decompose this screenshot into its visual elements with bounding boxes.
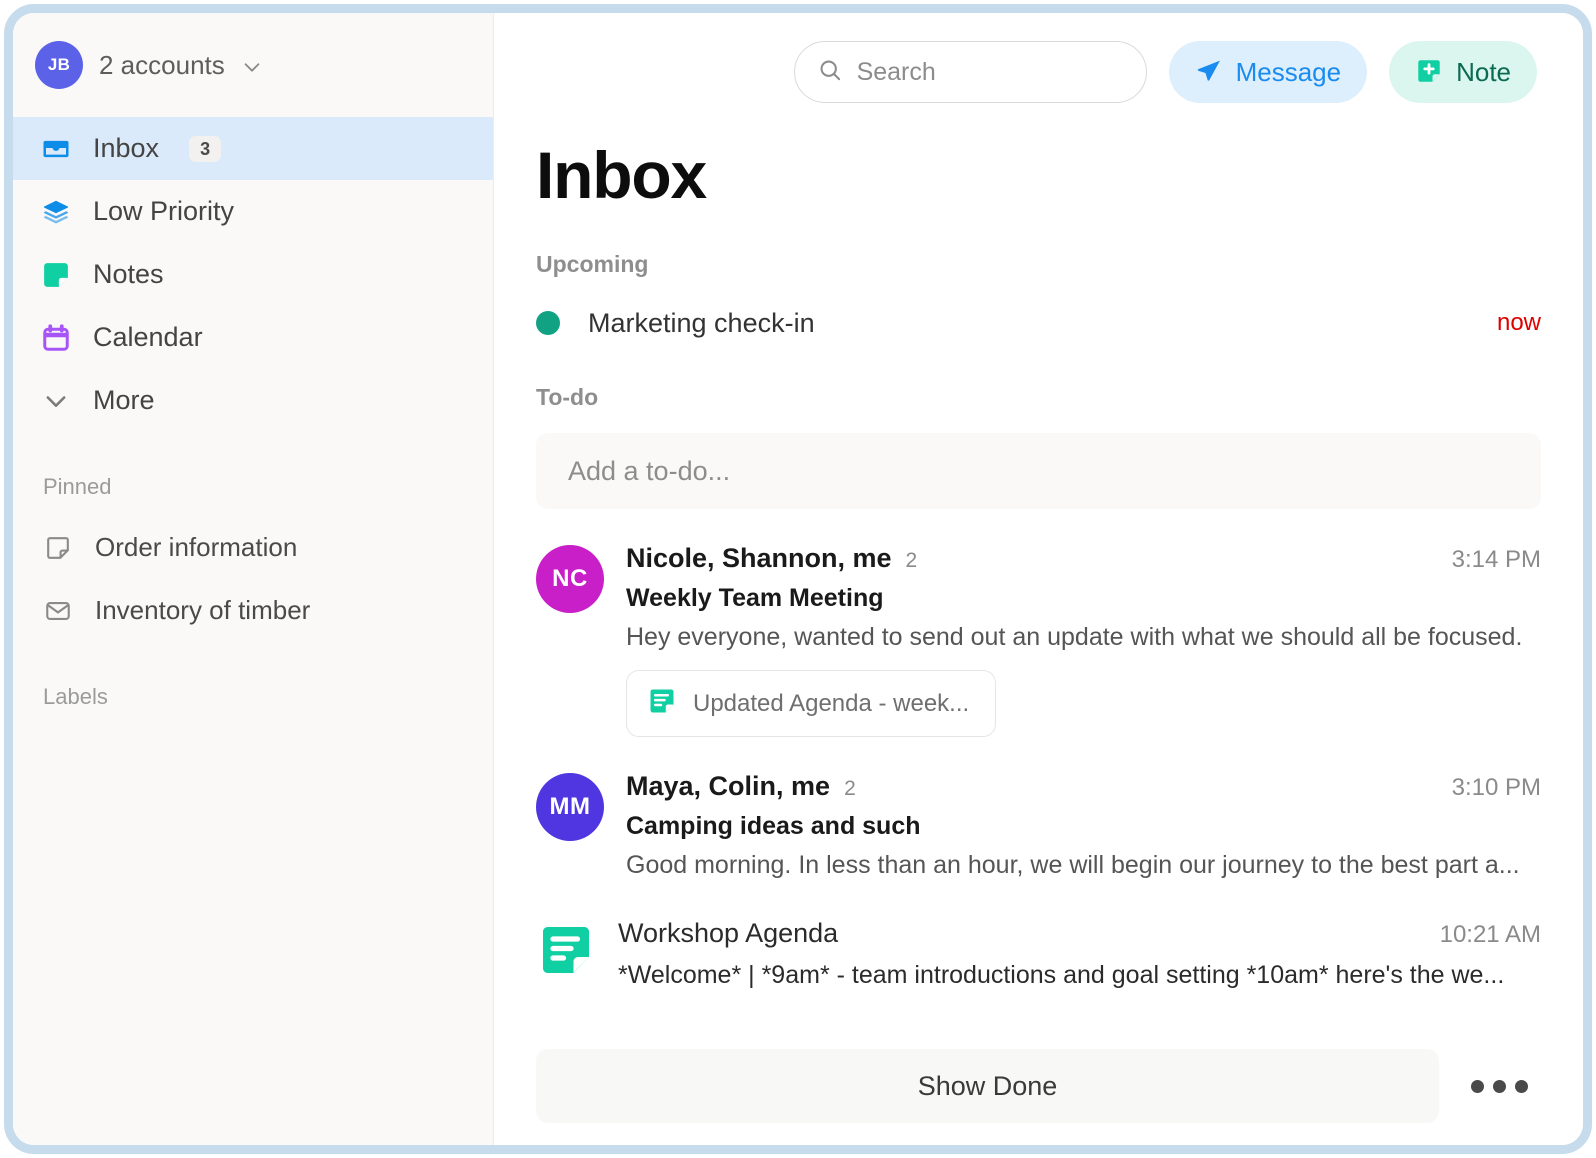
- sidebar-item-inbox[interactable]: Inbox 3: [13, 117, 493, 180]
- sidebar-item-label: More: [93, 385, 155, 416]
- ellipsis-icon[interactable]: [1457, 1049, 1541, 1123]
- upcoming-event-time: now: [1497, 309, 1541, 337]
- attachment-label: Updated Agenda - week...: [693, 690, 969, 718]
- status-dot-icon: [536, 311, 560, 335]
- main-content: Search Message Note Inbox Upcoming Marke…: [494, 13, 1583, 1145]
- spacer: [13, 642, 493, 684]
- sidebar: JB 2 accounts Inbox 3 Low Priority: [13, 13, 494, 1145]
- inbox-icon: [41, 134, 71, 164]
- conversation-message-count: 2: [906, 549, 1452, 573]
- sidebar-item-more[interactable]: More: [13, 369, 493, 432]
- attachment-chip[interactable]: Updated Agenda - week...: [626, 670, 996, 737]
- layers-icon: [41, 197, 71, 227]
- conversation-message-count: 2: [844, 777, 1452, 801]
- sidebar-item-notes[interactable]: Notes: [13, 243, 493, 306]
- avatar: NC: [536, 545, 604, 613]
- conversation-row[interactable]: NC Nicole, Shannon, me 2 3:14 PM Weekly …: [494, 543, 1583, 737]
- avatar: JB: [35, 41, 83, 89]
- note-row[interactable]: Workshop Agenda 10:21 AM *Welcome* | *9a…: [494, 918, 1583, 990]
- add-note-icon: [1415, 57, 1443, 88]
- sidebar-item-label: Order information: [95, 532, 297, 563]
- sidebar-item-label: Inbox: [93, 133, 159, 164]
- spacer: [13, 432, 493, 474]
- add-todo-placeholder: Add a to-do...: [568, 456, 730, 487]
- search-placeholder: Search: [857, 58, 936, 87]
- sidebar-item-order-information[interactable]: Order information: [13, 516, 493, 579]
- message-button-label: Message: [1236, 57, 1342, 88]
- conversation-preview: Hey everyone, wanted to send out an upda…: [626, 623, 1541, 652]
- upcoming-event-title: Marketing check-in: [588, 308, 1497, 339]
- note-outline-icon: [43, 533, 73, 563]
- conversation-subject: Camping ideas and such: [626, 812, 1541, 841]
- conversation-row[interactable]: MM Maya, Colin, me 2 3:10 PM Camping ide…: [494, 771, 1583, 880]
- search-icon: [817, 57, 843, 88]
- add-todo-input[interactable]: Add a to-do...: [536, 433, 1541, 509]
- conversation-timestamp: 3:14 PM: [1452, 546, 1541, 574]
- note-icon: [41, 260, 71, 290]
- conversation-body: Nicole, Shannon, me 2 3:14 PM Weekly Tea…: [626, 543, 1541, 737]
- sidebar-item-low-priority[interactable]: Low Priority: [13, 180, 493, 243]
- note-button-label: Note: [1456, 57, 1511, 88]
- sidebar-item-label: Calendar: [93, 322, 203, 353]
- avatar: MM: [536, 773, 604, 841]
- footer-bar: Show Done: [494, 1049, 1583, 1123]
- note-preview: *Welcome* | *9am* - team introductions a…: [618, 961, 1541, 990]
- message-button[interactable]: Message: [1169, 41, 1368, 103]
- show-done-button[interactable]: Show Done: [536, 1049, 1439, 1123]
- note-attachment-icon: [647, 686, 677, 721]
- conversation-header: Nicole, Shannon, me 2 3:14 PM: [626, 543, 1541, 574]
- note-timestamp: 10:21 AM: [1440, 921, 1541, 949]
- calendar-icon: [41, 323, 71, 353]
- account-label: 2 accounts: [99, 50, 225, 81]
- inbox-unread-badge: 3: [189, 136, 221, 162]
- note-body: Workshop Agenda 10:21 AM *Welcome* | *9a…: [618, 918, 1541, 990]
- page-title: Inbox: [494, 137, 1583, 213]
- upcoming-section-label: Upcoming: [494, 251, 1583, 278]
- sidebar-item-inventory-of-timber[interactable]: Inventory of timber: [13, 579, 493, 642]
- send-icon: [1195, 57, 1223, 88]
- sidebar-item-label: Low Priority: [93, 196, 234, 227]
- chevron-down-icon: [241, 56, 263, 78]
- sidebar-item-label: Notes: [93, 259, 164, 290]
- chevron-down-icon: [41, 386, 71, 416]
- note-title: Workshop Agenda: [618, 918, 1440, 949]
- note-header: Workshop Agenda 10:21 AM: [618, 918, 1541, 949]
- conversation-body: Maya, Colin, me 2 3:10 PM Camping ideas …: [626, 771, 1541, 880]
- envelope-icon: [43, 596, 73, 626]
- conversation-participants: Nicole, Shannon, me: [626, 543, 892, 574]
- conversation-subject: Weekly Team Meeting: [626, 584, 1541, 613]
- todo-section-label: To-do: [494, 384, 1583, 411]
- search-input[interactable]: Search: [794, 41, 1147, 103]
- pinned-section-title: Pinned: [13, 474, 493, 500]
- labels-section-title: Labels: [13, 684, 493, 710]
- note-icon: [536, 920, 596, 980]
- note-button[interactable]: Note: [1389, 41, 1537, 103]
- toolbar: Search Message Note: [494, 13, 1583, 131]
- conversation-header: Maya, Colin, me 2 3:10 PM: [626, 771, 1541, 802]
- account-switcher[interactable]: JB 2 accounts: [13, 13, 493, 117]
- conversation-participants: Maya, Colin, me: [626, 771, 830, 802]
- sidebar-item-label: Inventory of timber: [95, 595, 310, 626]
- upcoming-event-row[interactable]: Marketing check-in now: [494, 300, 1583, 346]
- conversation-timestamp: 3:10 PM: [1452, 774, 1541, 802]
- sidebar-item-calendar[interactable]: Calendar: [13, 306, 493, 369]
- conversation-preview: Good morning. In less than an hour, we w…: [626, 851, 1541, 880]
- app-window: JB 2 accounts Inbox 3 Low Priority: [4, 4, 1592, 1154]
